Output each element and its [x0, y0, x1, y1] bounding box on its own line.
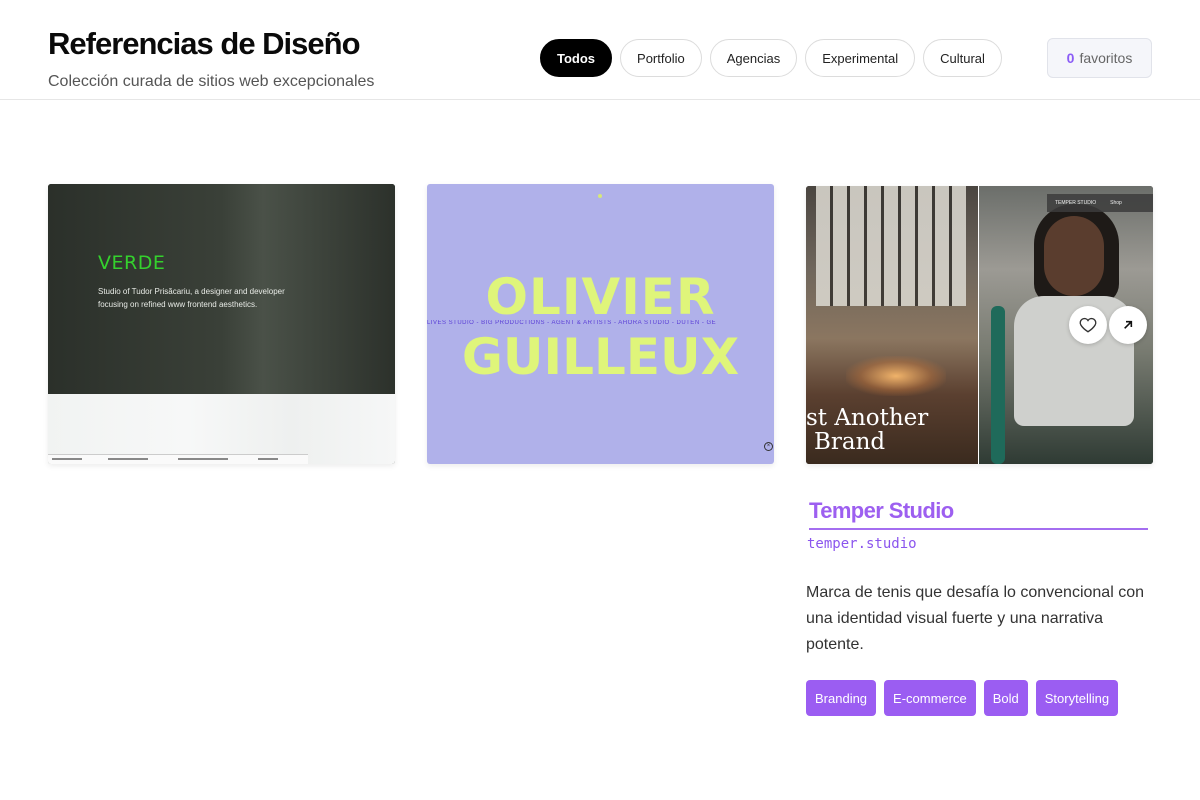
tag-bold[interactable]: Bold — [983, 680, 1028, 716]
favorites-label: favoritos — [1079, 50, 1133, 66]
preview-dot — [598, 194, 602, 198]
preview-brand: VERDE — [98, 252, 166, 274]
reference-card-olivier[interactable]: OLIVIER LIVES STUDIO - BIG PRODUCTIONS -… — [427, 184, 774, 464]
reference-description: Marca de tenis que desafía lo convencion… — [806, 584, 1144, 653]
reference-title[interactable]: Temper Studio — [809, 498, 1148, 530]
page-subtitle: Colección curada de sitios web excepcion… — [48, 73, 375, 90]
reference-card-temper[interactable]: TEMPER STUDIO Shop st Another Brand — [806, 186, 1153, 464]
preview-nav: TEMPER STUDIO Shop — [1047, 194, 1153, 212]
filter-cultural[interactable]: Cultural — [923, 39, 1002, 77]
favorites-button[interactable]: 0 favoritos — [1047, 38, 1152, 78]
preview-headline-2: GUILLEUX — [461, 328, 740, 386]
preview-description: Studio of Tudor Prisăcariu, a designer a… — [98, 287, 285, 309]
page-header: Referencias de Diseño Colección curada d… — [0, 0, 1200, 100]
heart-icon — [1079, 317, 1097, 333]
arrow-up-right-icon — [1124, 320, 1133, 329]
preview-headline-1: OLIVIER — [485, 268, 716, 326]
open-link-button[interactable] — [1109, 306, 1147, 344]
favorites-count: 0 — [1066, 50, 1075, 66]
preview-nav-brand: TEMPER STUDIO — [1055, 200, 1097, 206]
filter-experimental[interactable]: Experimental — [805, 39, 916, 77]
tag-storytelling[interactable]: Storytelling — [1035, 680, 1119, 716]
preview-overlay-line-2: Brand — [814, 429, 886, 455]
close-icon: × — [764, 442, 773, 451]
tag-list: Branding E-commerce Bold Storytelling — [806, 680, 1119, 716]
filter-agencias[interactable]: Agencias — [709, 39, 798, 77]
preview-overlay-line-1: st Another — [806, 405, 929, 431]
reference-card-verde[interactable]: VERDE Studio of Tudor Prisăcariu, a desi… — [48, 184, 395, 464]
preview-nav-shop: Shop — [1110, 200, 1122, 206]
favorite-button[interactable] — [1069, 306, 1107, 344]
filter-todos[interactable]: Todos — [540, 39, 613, 77]
page-title: Referencias de Diseño — [48, 26, 361, 61]
preview-footer-strip — [48, 454, 308, 464]
tag-ecommerce[interactable]: E-commerce — [884, 680, 976, 716]
preview-divider — [978, 186, 979, 464]
filter-bar: Todos Portfolio Agencias Experimental Cu… — [540, 39, 1002, 77]
tag-branding[interactable]: Branding — [806, 680, 877, 716]
preview-ticker: LIVES STUDIO - BIG PRODUCTIONS - AGENT &… — [427, 320, 717, 326]
filter-portfolio[interactable]: Portfolio — [620, 39, 702, 77]
reference-url[interactable]: temper.studio — [807, 536, 917, 552]
preview-overlay-text: st Another Brand — [806, 406, 928, 454]
